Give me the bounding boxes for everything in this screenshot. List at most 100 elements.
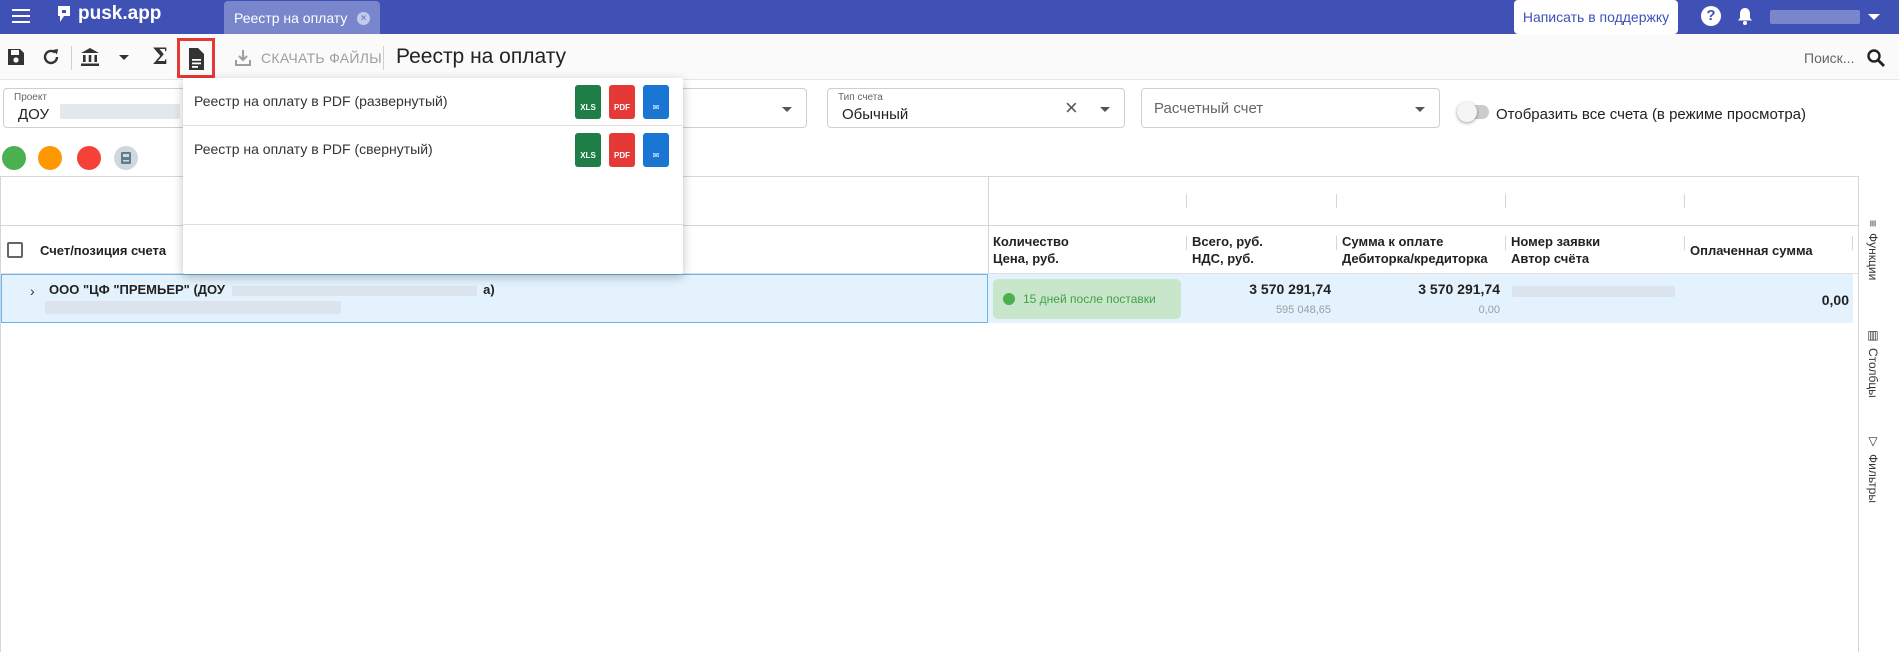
download-files-label: СКАЧАТЬ ФАЙЛЫ: [261, 50, 382, 66]
report-dropdown-menu: Реестр на оплату в PDF (развернутый) XLS…: [183, 78, 683, 274]
col-header-to-pay-line1: Сумма к оплате: [1342, 234, 1444, 249]
status-dot: [1003, 293, 1015, 305]
document-icon: [189, 48, 204, 70]
sidebar-item-label: Функции: [1866, 233, 1880, 281]
download-files-button[interactable]: СКАЧАТЬ ФАЙЛЫ: [233, 48, 382, 68]
download-icon: [235, 50, 251, 66]
column-separator: [1186, 236, 1187, 250]
col-header-invoice[interactable]: Счет/позиция счета: [40, 242, 166, 259]
email-file-icon[interactable]: ✉: [643, 85, 669, 119]
show-all-label: Отобразить все счета (в режиме просмотра…: [1496, 106, 1807, 123]
row-invoice-name: ООО "ЦФ "ПРЕМЬЕР" (ДОУ а): [49, 282, 495, 297]
status-text: 15 дней после поставки: [1023, 292, 1156, 306]
save-icon[interactable]: [5, 46, 27, 68]
sidebar-item-label: Столбцы: [1866, 348, 1880, 398]
column-separator: [1336, 236, 1337, 250]
clear-x-icon[interactable]: ×: [1065, 97, 1078, 119]
menu-item-label: Реестр на оплату в PDF (развернутый): [194, 93, 448, 109]
user-name-redacted[interactable]: [1770, 10, 1860, 24]
chevron-down-icon[interactable]: [1100, 107, 1110, 112]
bank-icon[interactable]: [79, 46, 101, 68]
col-header-request[interactable]: Номер заявки Автор счёта: [1511, 233, 1600, 267]
toolbar: Σ СКАЧАТЬ ФАЙЛЫ Реестр на оплату Поиск..…: [0, 34, 1899, 80]
tab-close-icon[interactable]: ×: [357, 12, 370, 25]
menu-item-expanded-pdf[interactable]: Реестр на оплату в PDF (развернутый) XLS…: [183, 78, 683, 126]
row-total: 3 570 291,74: [1249, 281, 1331, 297]
status-orange-filter[interactable]: [38, 146, 62, 170]
project-label: Проект: [14, 92, 47, 103]
column-separator: [1336, 194, 1337, 208]
row-vat: 595 048,65: [1275, 304, 1331, 316]
column-separator: [1852, 236, 1853, 250]
column-separator: [1505, 194, 1506, 208]
chevron-down-icon[interactable]: [1415, 107, 1425, 112]
menu-item-collapsed-pdf[interactable]: Реестр на оплату в PDF (свернутый) XLS P…: [183, 126, 683, 174]
xls-file-icon[interactable]: XLS: [575, 133, 601, 167]
expand-chevron-icon[interactable]: ›: [30, 283, 35, 299]
col-header-total[interactable]: Всего, руб. НДС, руб.: [1192, 233, 1263, 267]
column-separator: [1684, 194, 1685, 208]
column-separator: [1186, 194, 1187, 208]
col-header-quantity[interactable]: Количество Цена, руб.: [993, 233, 1069, 267]
col-header-paid[interactable]: Оплаченная сумма: [1690, 242, 1813, 259]
help-icon[interactable]: ?: [1701, 6, 1721, 26]
sidebar-item-label: Фильтры: [1866, 454, 1880, 503]
bank-dropdown-chevron-down-icon[interactable]: [113, 46, 135, 68]
col-header-quantity-line2: Цена, руб.: [993, 251, 1059, 266]
notification-bell-icon[interactable]: [1735, 6, 1755, 26]
tab-payment-register[interactable]: Реестр на оплату ×: [224, 1, 380, 35]
sidebar-item-columns[interactable]: ▥ Столбцы: [1866, 328, 1880, 398]
app-logo-text: pusk.app: [78, 3, 162, 24]
refresh-icon[interactable]: [40, 46, 62, 68]
pdf-file-icon[interactable]: PDF: [609, 85, 635, 119]
status-red-filter[interactable]: [77, 146, 101, 170]
filter-icon: ▽: [1866, 434, 1880, 448]
chevron-down-icon[interactable]: [782, 107, 792, 112]
email-file-icon[interactable]: ✉: [643, 133, 669, 167]
menu-item-label: Реестр на оплату в PDF (свернутый): [194, 141, 433, 157]
show-all-toggle[interactable]: [1457, 102, 1489, 122]
column-separator: [1684, 236, 1685, 250]
col-header-to-pay[interactable]: Сумма к оплате Дебиторка/кредиторка: [1342, 233, 1488, 267]
support-button[interactable]: Написать в поддержку: [1514, 0, 1678, 34]
menu-divider: [183, 224, 683, 225]
xls-file-icon[interactable]: XLS: [575, 85, 601, 119]
sidebar-item-functions[interactable]: ≡ Функции: [1866, 220, 1880, 280]
toolbar-divider: [71, 46, 72, 70]
col-header-total-line2: НДС, руб.: [1192, 251, 1254, 266]
document-report-button[interactable]: [177, 38, 215, 78]
row-invoice-name-start: ООО "ЦФ "ПРЕМЬЕР" (ДОУ: [49, 282, 225, 297]
app-logo[interactable]: pusk.app: [56, 3, 161, 25]
status-archive-filter[interactable]: [114, 146, 138, 170]
project-select[interactable]: Проект ДОУ: [3, 88, 203, 128]
col-header-quantity-line1: Количество: [993, 234, 1069, 249]
column-separator: [1505, 236, 1506, 250]
status-green-filter[interactable]: [2, 146, 26, 170]
sidebar-item-filters[interactable]: ▽ Фильтры: [1866, 434, 1880, 503]
pdf-file-icon[interactable]: PDF: [609, 133, 635, 167]
row-name-redacted: [231, 285, 477, 296]
row-to-pay: 3 570 291,74: [1418, 281, 1500, 297]
col-header-total-line1: Всего, руб.: [1192, 234, 1263, 249]
user-menu-chevron-down-icon[interactable]: [1868, 14, 1880, 20]
search-input[interactable]: Поиск...: [1804, 50, 1854, 66]
functions-icon: ≡: [1866, 220, 1880, 228]
toolbar-divider: [383, 46, 384, 70]
search-icon[interactable]: [1866, 48, 1886, 68]
hamburger-menu-icon[interactable]: [12, 9, 30, 25]
status-badge: 15 дней после поставки: [993, 279, 1181, 319]
project-value: ДОУ: [18, 106, 50, 123]
row-debt: 0,00: [1478, 304, 1500, 316]
row-paid: 0,00: [1821, 292, 1849, 308]
invoice-type-label: Тип счета: [838, 92, 883, 103]
col-header-request-line2: Автор счёта: [1511, 251, 1590, 266]
invoice-type-select[interactable]: Тип счета Обычный ×: [827, 88, 1125, 128]
sum-sigma-icon[interactable]: Σ: [149, 44, 171, 70]
row-request-redacted: [1512, 286, 1675, 297]
project-value-redacted: [60, 104, 180, 119]
account-select[interactable]: Расчетный счет: [1141, 88, 1440, 128]
select-all-checkbox[interactable]: [7, 242, 23, 258]
columns-icon: ▥: [1866, 328, 1880, 342]
row-invoice-name-end: а): [483, 282, 495, 297]
top-bar: pusk.app Реестр на оплату × Написать в п…: [0, 0, 1899, 35]
